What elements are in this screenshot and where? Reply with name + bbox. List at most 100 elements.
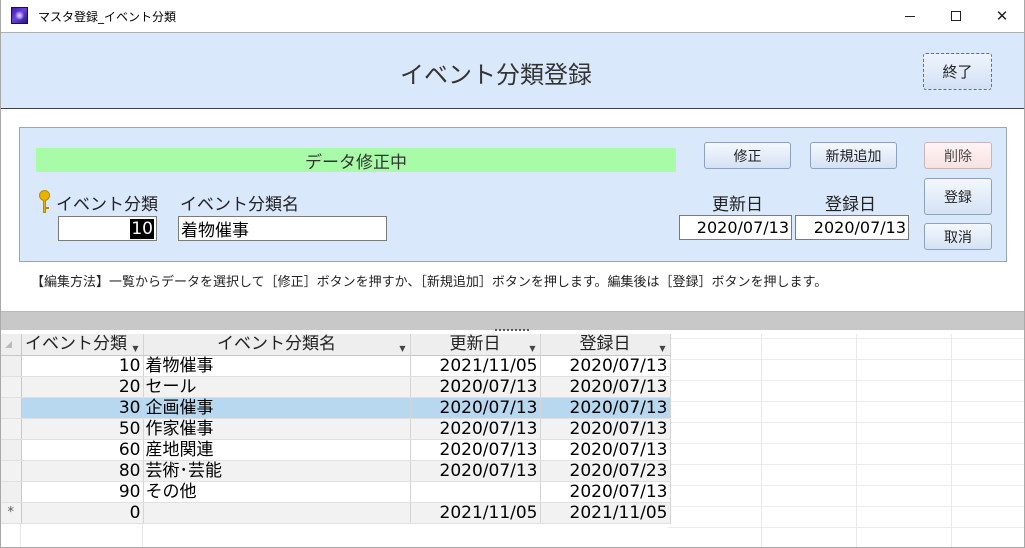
sort-dropdown-icon[interactable]: ▼ xyxy=(529,339,535,354)
registered-date-field[interactable]: 2020/07/13 xyxy=(795,215,909,240)
register-button[interactable]: 登録 xyxy=(924,178,992,215)
sort-dropdown-icon[interactable]: ▼ xyxy=(399,339,405,354)
table-row[interactable]: 90 その他 2020/07/13 xyxy=(1,481,671,503)
datasheet: イベント分類 ▼ イベント分類名 ▼ 更新日 ▼ 登録日 ▼ 10 着物催事 2021/… xyxy=(1,334,1024,547)
datasheet-table: イベント分類 ▼ イベント分類名 ▼ 更新日 ▼ 登録日 ▼ 10 着物催事 2021/… xyxy=(1,334,671,524)
cell-category[interactable]: 30 xyxy=(21,397,144,419)
new-record-row[interactable]: * 0 2021/11/05 2021/11/05 xyxy=(1,502,671,524)
window-title: マスタ登録_イベント分類 xyxy=(38,10,177,24)
delete-button[interactable]: 削除 xyxy=(924,142,992,169)
cell-category-name[interactable]: 作家催事 xyxy=(143,418,411,440)
column-header-category[interactable]: イベント分類 ▼ xyxy=(21,334,144,356)
cell-updated[interactable]: 2020/07/13 xyxy=(410,376,541,398)
cell-registered[interactable]: 2020/07/13 xyxy=(540,397,671,419)
cell-category-name[interactable] xyxy=(143,502,411,524)
column-header-label: イベント分類 xyxy=(25,334,127,355)
cell-registered[interactable]: 2020/07/13 xyxy=(540,418,671,440)
cancel-button[interactable]: 取消 xyxy=(924,223,992,250)
cell-registered[interactable]: 2021/11/05 xyxy=(540,502,671,524)
cell-category[interactable]: 10 xyxy=(21,355,144,377)
column-header-category-name[interactable]: イベント分類名 ▼ xyxy=(143,334,411,356)
close-button[interactable]: ✕ xyxy=(979,0,1024,32)
category-field[interactable]: 10 xyxy=(58,216,157,241)
column-header-label: 更新日 xyxy=(449,334,501,355)
splitter-grip-icon[interactable] xyxy=(495,329,531,331)
cell-category-name[interactable]: その他 xyxy=(143,481,411,503)
row-selector[interactable] xyxy=(1,418,22,440)
minimize-button[interactable] xyxy=(887,0,933,32)
minimize-icon xyxy=(905,15,915,17)
edit-button[interactable]: 修正 xyxy=(704,142,791,169)
cell-category-name[interactable]: セール xyxy=(143,376,411,398)
section-splitter[interactable] xyxy=(1,311,1024,331)
sort-dropdown-icon[interactable]: ▼ xyxy=(132,339,138,354)
cell-registered[interactable]: 2020/07/13 xyxy=(540,355,671,377)
row-selector[interactable] xyxy=(1,355,22,377)
datasheet-empty-area xyxy=(667,334,1024,547)
select-all-corner[interactable] xyxy=(1,334,22,356)
app-icon xyxy=(11,7,28,24)
updated-date-label: 更新日 xyxy=(712,195,763,215)
cell-registered[interactable]: 2020/07/13 xyxy=(540,481,671,503)
app-window: マスタ登録_イベント分類 ✕ イベント分類登録 終了 データ修正中 修正 新規追… xyxy=(0,0,1025,548)
category-name-label: イベント分類名 xyxy=(180,195,299,215)
category-name-field[interactable]: 着物催事 xyxy=(178,216,387,241)
row-selector[interactable] xyxy=(1,439,22,461)
row-selector[interactable] xyxy=(1,481,22,503)
cell-updated[interactable]: 2021/11/05 xyxy=(410,355,541,377)
table-row[interactable]: 80 芸術･芸能 2020/07/13 2020/07/23 xyxy=(1,460,671,482)
cell-updated[interactable]: 2021/11/05 xyxy=(410,502,541,524)
select-all-icon xyxy=(5,341,12,348)
page-title: イベント分類登録 xyxy=(400,61,592,89)
cell-updated[interactable]: 2020/07/13 xyxy=(410,439,541,461)
cell-registered[interactable]: 2020/07/13 xyxy=(540,376,671,398)
instructions-text: 【編集方法】一覧からデータを選択して［修正］ボタンを押すか、［新規追加］ボタンを… xyxy=(31,275,828,290)
cell-updated[interactable]: 2020/07/13 xyxy=(410,460,541,482)
table-row[interactable]: 10 着物催事 2021/11/05 2020/07/13 xyxy=(1,355,671,377)
cell-registered[interactable]: 2020/07/13 xyxy=(540,439,671,461)
column-header-updated[interactable]: 更新日 ▼ xyxy=(410,334,541,356)
updated-date-field[interactable]: 2020/07/13 xyxy=(679,215,792,240)
category-field-value: 10 xyxy=(130,218,154,239)
table-row[interactable]: 60 産地関連 2020/07/13 2020/07/13 xyxy=(1,439,671,461)
column-header-label: イベント分類名 xyxy=(217,334,336,355)
primary-key-icon xyxy=(37,190,51,214)
cell-category[interactable]: 60 xyxy=(21,439,144,461)
datasheet-empty-rows xyxy=(1,522,667,547)
cell-category-name[interactable]: 芸術･芸能 xyxy=(143,460,411,482)
cell-category-name[interactable]: 産地関連 xyxy=(143,439,411,461)
cell-category-name[interactable]: 企画催事 xyxy=(143,397,411,419)
row-selector[interactable] xyxy=(1,397,22,419)
category-label: イベント分類 xyxy=(56,195,158,215)
edit-panel: データ修正中 修正 新規追加 削除 登録 取消 イベント分類 イベント分類名 更… xyxy=(19,127,1007,262)
exit-button[interactable]: 終了 xyxy=(923,53,992,90)
row-selector[interactable] xyxy=(1,376,22,398)
form-header: イベント分類登録 終了 xyxy=(1,32,1024,109)
sort-dropdown-icon[interactable]: ▼ xyxy=(659,339,665,354)
close-icon: ✕ xyxy=(995,6,1009,25)
cell-category[interactable]: 50 xyxy=(21,418,144,440)
header-row: イベント分類 ▼ イベント分類名 ▼ 更新日 ▼ 登録日 ▼ xyxy=(1,334,671,356)
column-header-registered[interactable]: 登録日 ▼ xyxy=(540,334,671,356)
status-badge: データ修正中 xyxy=(36,148,676,173)
row-selector[interactable] xyxy=(1,460,22,482)
cell-category[interactable]: 0 xyxy=(21,502,144,524)
table-row[interactable]: 20 セール 2020/07/13 2020/07/13 xyxy=(1,376,671,398)
registered-date-label: 登録日 xyxy=(825,195,876,215)
title-bar[interactable]: マスタ登録_イベント分類 ✕ xyxy=(1,0,1024,32)
add-new-button[interactable]: 新規追加 xyxy=(810,142,897,169)
cell-registered[interactable]: 2020/07/23 xyxy=(540,460,671,482)
cell-category[interactable]: 90 xyxy=(21,481,144,503)
maximize-button[interactable] xyxy=(933,0,979,32)
cell-updated[interactable]: 2020/07/13 xyxy=(410,397,541,419)
column-header-label: 登録日 xyxy=(579,334,631,355)
cell-category[interactable]: 80 xyxy=(21,460,144,482)
table-row[interactable]: 50 作家催事 2020/07/13 2020/07/13 xyxy=(1,418,671,440)
cell-updated[interactable]: 2020/07/13 xyxy=(410,418,541,440)
cell-category[interactable]: 20 xyxy=(21,376,144,398)
table-row-selected[interactable]: 30 企画催事 2020/07/13 2020/07/13 xyxy=(1,397,671,419)
maximize-icon xyxy=(951,11,961,21)
new-record-marker-icon[interactable]: * xyxy=(1,502,22,524)
cell-updated[interactable] xyxy=(410,481,541,503)
cell-category-name[interactable]: 着物催事 xyxy=(143,355,411,377)
